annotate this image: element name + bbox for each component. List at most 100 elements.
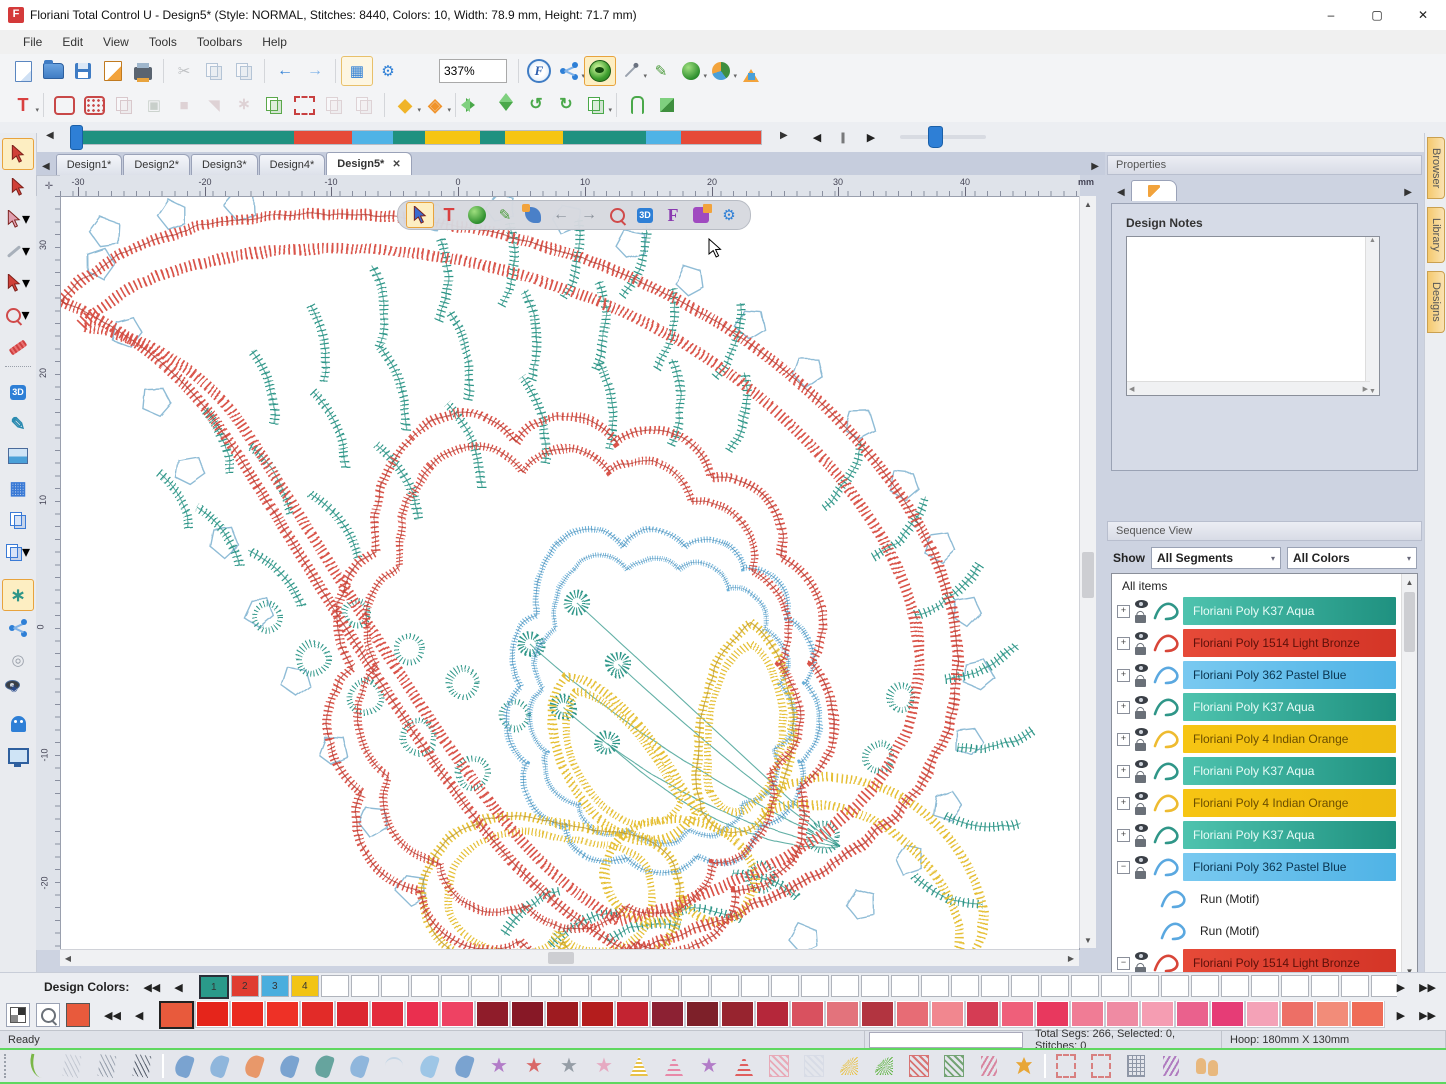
motif-thumbnail[interactable] xyxy=(57,1053,87,1079)
dock-tab-designs[interactable]: Designs xyxy=(1427,271,1445,333)
thread-swatch[interactable] xyxy=(581,1001,614,1027)
h-scroll-thumb[interactable] xyxy=(548,952,574,964)
empty-color-swatch[interactable] xyxy=(741,975,769,997)
collapse-icon[interactable]: − xyxy=(1117,861,1130,874)
float-text-tool[interactable]: T xyxy=(436,203,462,227)
rotate-right-button[interactable]: ↻ xyxy=(551,91,581,119)
motif-thumbnail[interactable] xyxy=(127,1053,157,1079)
dropdown-caret-icon[interactable]: ▾ xyxy=(22,542,30,562)
float-fonts-button[interactable]: F xyxy=(660,203,686,227)
thread-swatch[interactable] xyxy=(1071,1001,1104,1027)
menu-tools[interactable]: Tools xyxy=(140,32,186,52)
sequence-row[interactable]: + Floriani Poly 1514 Light Bronze xyxy=(1112,627,1400,659)
mirror-horizontal-button[interactable] xyxy=(461,91,491,119)
motif-thumbnail[interactable] xyxy=(414,1053,444,1079)
floriani-home-button[interactable]: F xyxy=(524,57,554,85)
tab-design2[interactable]: Design2* xyxy=(123,154,190,175)
lock-icon[interactable] xyxy=(1135,743,1146,751)
motif-thumbnail[interactable]: ★ xyxy=(554,1053,584,1079)
thread-swatch[interactable] xyxy=(896,1001,929,1027)
motif-thumbnail[interactable] xyxy=(1051,1053,1081,1079)
motif-thumbnail[interactable] xyxy=(1121,1053,1151,1079)
eye-icon[interactable] xyxy=(1135,632,1148,640)
empty-color-swatch[interactable] xyxy=(1041,975,1069,997)
thread-swatch[interactable] xyxy=(1316,1001,1349,1027)
thread-swatch[interactable] xyxy=(826,1001,859,1027)
rotate-left-button[interactable]: ↺ xyxy=(521,91,551,119)
dropdown-caret-icon[interactable]: ▾ xyxy=(22,241,30,261)
thread-swatch[interactable] xyxy=(441,1001,474,1027)
empty-color-swatch[interactable] xyxy=(831,975,859,997)
scrub-handle[interactable] xyxy=(70,125,83,150)
lock-icon[interactable] xyxy=(1135,615,1146,623)
scrub-right-icon[interactable]: ▶ xyxy=(780,130,788,141)
empty-color-swatch[interactable] xyxy=(651,975,679,997)
hoop-button[interactable] xyxy=(49,91,79,119)
draw-tool[interactable]: ✎ xyxy=(646,57,676,85)
eye-icon[interactable] xyxy=(1135,952,1148,960)
empty-color-swatch[interactable] xyxy=(1281,975,1309,997)
motif-thumbnail[interactable] xyxy=(659,1053,689,1079)
print-button[interactable] xyxy=(128,57,158,85)
color-segment-bar[interactable]: Floriani Poly 362 Pastel Blue xyxy=(1183,661,1396,689)
motif-thumbnail[interactable] xyxy=(1009,1053,1039,1079)
redo-button[interactable]: → xyxy=(300,57,330,85)
design-color-swatch[interactable]: 4 xyxy=(291,975,319,997)
thread-swatch[interactable] xyxy=(266,1001,299,1027)
float-zoom-tool[interactable] xyxy=(604,203,630,227)
thread-next-icon[interactable]: ▶ xyxy=(1397,1009,1405,1022)
scrub-left-icon[interactable]: ◀ xyxy=(46,130,54,141)
thread-swatch[interactable] xyxy=(756,1001,789,1027)
lasso-select-tool[interactable] xyxy=(3,172,33,202)
collapse-icon[interactable]: − xyxy=(1117,957,1130,970)
thread-swatch[interactable] xyxy=(1036,1001,1069,1027)
menu-toolbars[interactable]: Toolbars xyxy=(188,32,251,52)
float-select-tool[interactable] xyxy=(406,202,434,228)
segments-filter-select[interactable]: All Segments▾ xyxy=(1151,547,1281,569)
current-thread-swatch[interactable] xyxy=(66,1003,90,1027)
thread-swatch[interactable] xyxy=(371,1001,404,1027)
expand-icon[interactable]: + xyxy=(1117,701,1130,714)
dock-tab-library[interactable]: Library xyxy=(1427,207,1445,263)
close-button[interactable]: ✕ xyxy=(1400,0,1446,30)
undo-button[interactable]: ← xyxy=(270,57,300,85)
empty-color-swatch[interactable] xyxy=(771,975,799,997)
motif-thumbnail[interactable] xyxy=(764,1053,794,1079)
select-tool[interactable] xyxy=(2,138,34,170)
empty-color-swatch[interactable] xyxy=(891,975,919,997)
float-back-button[interactable]: ← xyxy=(548,203,574,227)
float-3d-button[interactable]: 3D xyxy=(632,203,658,227)
new-design-button[interactable] xyxy=(8,57,38,85)
thread-first-icon[interactable]: ◀◀ xyxy=(104,1009,121,1022)
convert-button[interactable] xyxy=(736,57,766,85)
design-color-swatch[interactable]: 1 xyxy=(199,975,229,999)
lock-icon[interactable] xyxy=(1135,647,1146,655)
color-segment-bar[interactable]: Floriani Poly K37 Aqua xyxy=(1183,693,1396,721)
empty-color-swatch[interactable] xyxy=(711,975,739,997)
thread-swatch[interactable] xyxy=(1176,1001,1209,1027)
import-design-button[interactable] xyxy=(98,57,128,85)
sequence-row[interactable]: + Floriani Poly 362 Pastel Blue xyxy=(1112,659,1400,691)
eye-icon[interactable] xyxy=(1135,664,1148,672)
thread-swatch[interactable] xyxy=(1281,1001,1314,1027)
seq-scroll-up-icon[interactable]: ▲ xyxy=(1402,574,1417,590)
scroll-down-icon[interactable]: ▼ xyxy=(1080,932,1096,948)
color-segment-bar[interactable]: Floriani Poly K37 Aqua xyxy=(1183,757,1396,785)
lock-icon[interactable] xyxy=(1135,775,1146,783)
lock-icon[interactable] xyxy=(1135,711,1146,719)
expand-icon[interactable]: + xyxy=(1117,637,1130,650)
lock-icon[interactable] xyxy=(1135,807,1146,815)
empty-color-swatch[interactable] xyxy=(321,975,349,997)
screen-paint-button[interactable] xyxy=(3,741,33,771)
motif-thumbnail[interactable] xyxy=(1191,1053,1221,1079)
maximize-button[interactable]: ▢ xyxy=(1354,0,1400,30)
design-canvas[interactable]: T✎←→3DF⚙ xyxy=(60,196,1080,950)
thread-swatch[interactable] xyxy=(196,1001,229,1027)
empty-color-swatch[interactable] xyxy=(1131,975,1159,997)
group-button[interactable] xyxy=(622,91,652,119)
design-notes-input[interactable]: ▲▼ ◀▶ xyxy=(1126,236,1380,396)
design-color-swatch[interactable]: 2 xyxy=(231,975,259,997)
thread-prev-icon[interactable]: ◀ xyxy=(135,1009,143,1022)
dropdown-caret-icon[interactable]: ▾ xyxy=(35,106,39,114)
thread-search-button[interactable] xyxy=(36,1003,60,1027)
